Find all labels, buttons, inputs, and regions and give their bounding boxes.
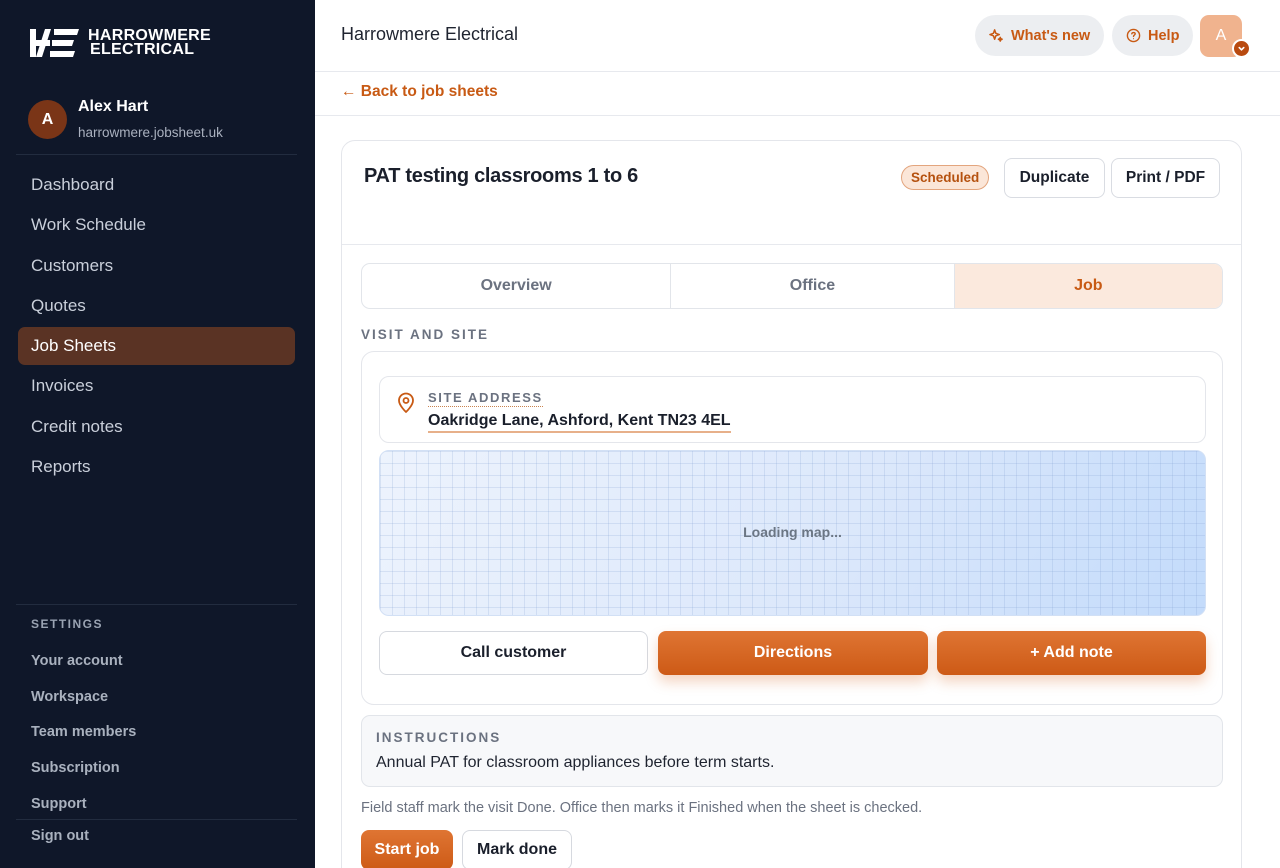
settings-nav: Your account Workspace Team members Subs… [31, 643, 136, 821]
brand-name: HARROWMERE ELECTRICAL [88, 28, 211, 58]
workflow-help-text: Field staff mark the visit Done. Office … [361, 800, 923, 816]
sidebar-item-invoices[interactable]: Invoices [18, 367, 295, 405]
site-address-label: SITE ADDRESS [428, 390, 543, 407]
sidebar-item-quotes[interactable]: Quotes [18, 287, 295, 325]
site-address-card: SITE ADDRESS Oakridge Lane, Ashford, Ken… [379, 376, 1206, 443]
mark-done-button[interactable]: Mark done [462, 830, 572, 868]
instructions-panel: INSTRUCTIONS Annual PAT for classroom ap… [361, 715, 1223, 787]
sidebar-divider [16, 604, 297, 605]
settings-heading: SETTINGS [31, 617, 104, 631]
directions-button[interactable]: Directions [658, 631, 928, 675]
settings-item-workspace[interactable]: Workspace [31, 679, 136, 715]
call-customer-button[interactable]: Call customer [379, 631, 648, 675]
brand-line-2: ELECTRICAL [90, 41, 195, 58]
instructions-text: Annual PAT for classroom appliances befo… [376, 754, 775, 771]
sidebar-item-job-sheets[interactable]: Job Sheets [18, 327, 295, 366]
settings-item-team-members[interactable]: Team members [31, 714, 136, 750]
start-job-button[interactable]: Start job [361, 830, 453, 868]
user-profile[interactable]: A Alex Hart harrowmere.jobsheet.uk [28, 97, 223, 140]
tab-job[interactable]: Job [954, 264, 1222, 308]
user-name: Alex Hart [78, 98, 149, 115]
status-badge: Scheduled [901, 165, 990, 190]
map-loading-text: Loading map... [743, 524, 842, 540]
top-bar: Harrowmere Electrical What's new Help A [315, 0, 1280, 72]
visit-and-site-panel: SITE ADDRESS Oakridge Lane, Ashford, Ken… [361, 351, 1223, 705]
sidebar-divider [16, 154, 297, 155]
brand-logo[interactable]: HARROWMERE ELECTRICAL [30, 28, 211, 58]
sparkle-icon [989, 29, 1003, 42]
help-icon [1126, 28, 1141, 43]
sidebar-item-credit-notes[interactable]: Credit notes [18, 408, 295, 446]
whats-new-label: What's new [1011, 27, 1091, 44]
tab-office[interactable]: Office [671, 264, 955, 308]
chevron-down-icon[interactable] [1232, 39, 1251, 58]
sign-out-link[interactable]: Sign out [31, 828, 89, 844]
avatar: A [28, 100, 67, 139]
sidebar-divider [16, 819, 297, 820]
job-tabs: Overview Office Job [361, 263, 1223, 309]
sidebar-item-work-schedule[interactable]: Work Schedule [18, 206, 295, 244]
site-map[interactable]: Loading map... [379, 450, 1206, 616]
settings-item-your-account[interactable]: Your account [31, 643, 136, 679]
sidebar-item-reports[interactable]: Reports [18, 448, 295, 486]
he-monogram-icon [30, 29, 79, 57]
job-title: PAT testing classrooms 1 to 6 [364, 165, 638, 187]
sidebar-item-customers[interactable]: Customers [18, 247, 295, 285]
job-sheet-card: PAT testing classrooms 1 to 6 Scheduled … [341, 140, 1242, 868]
site-address-value[interactable]: Oakridge Lane, Ashford, Kent TN23 4EL [428, 412, 731, 433]
card-divider [342, 244, 1241, 245]
tab-overview[interactable]: Overview [362, 264, 672, 308]
help-label: Help [1148, 27, 1180, 44]
instructions-label: INSTRUCTIONS [376, 730, 502, 745]
user-domain: harrowmere.jobsheet.uk [78, 125, 223, 140]
duplicate-button[interactable]: Duplicate [1004, 158, 1105, 198]
back-bar: ← Back to job sheets [315, 72, 1280, 116]
print-pdf-button[interactable]: Print / PDF [1111, 158, 1220, 198]
settings-item-subscription[interactable]: Subscription [31, 750, 136, 786]
whats-new-button[interactable]: What's new [975, 15, 1105, 56]
help-button[interactable]: Help [1112, 15, 1194, 56]
settings-item-support[interactable]: Support [31, 786, 136, 822]
sidebar-item-dashboard[interactable]: Dashboard [18, 166, 295, 204]
sidebar: HARROWMERE ELECTRICAL A Alex Hart harrow… [0, 0, 315, 868]
back-to-job-sheets-link[interactable]: ← Back to job sheets [341, 83, 498, 101]
main-nav: Dashboard Work Schedule Customers Quotes… [18, 166, 295, 488]
visit-section-label: VISIT AND SITE [361, 327, 490, 342]
workspace-title: Harrowmere Electrical [341, 24, 519, 44]
map-pin-icon [398, 392, 414, 413]
add-note-button[interactable]: + Add note [937, 631, 1206, 675]
